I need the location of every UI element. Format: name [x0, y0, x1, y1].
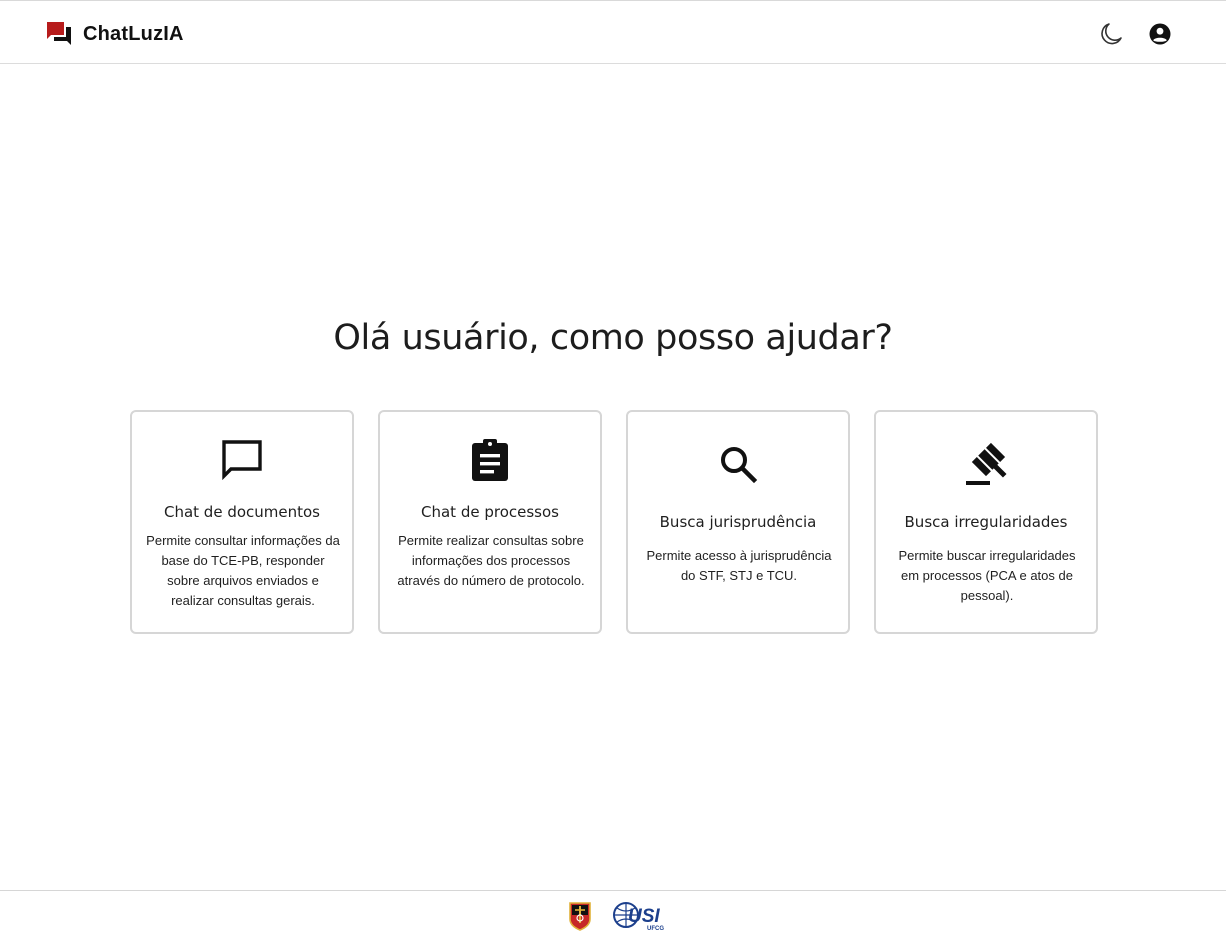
card-description: Permite consultar informações da base do… [146, 533, 340, 608]
card-title: Busca irregularidades [904, 513, 1068, 531]
usi-logo-text: USI [628, 906, 660, 927]
theme-toggle-button[interactable] [1098, 21, 1124, 47]
chat-bubbles-icon [47, 22, 71, 45]
card-description: Permite acesso à jurisprudência do STF, … [646, 548, 832, 583]
moon-icon [1101, 23, 1122, 45]
ufcg-logo-text: UFCG [647, 926, 664, 932]
card-description: Permite buscar irregularidades em proces… [898, 548, 1076, 603]
card-icon-wrap [380, 438, 600, 482]
card-busca-jurisprudencia[interactable]: Busca jurisprudência Permite acesso à ju… [626, 410, 850, 634]
card-description: Permite realizar consultas sobre informa… [397, 533, 585, 588]
top-navbar: ChatLuzIA [0, 0, 1226, 64]
footer: USI UFCG [0, 890, 1226, 934]
account-circle-icon [1149, 23, 1171, 45]
profile-button[interactable] [1147, 21, 1173, 47]
usi-ufcg-logo: USI UFCG [613, 902, 664, 932]
tce-pb-crest-logo [569, 902, 591, 931]
brand-link[interactable]: ChatLuzIA [46, 21, 184, 47]
greeting-heading: Olá usuário, como posso ajudar? [333, 318, 893, 358]
card-title: Chat de processos [421, 503, 559, 521]
card-busca-irregularidades[interactable]: Busca irregularidades Permite buscar irr… [874, 410, 1098, 634]
card-icon-wrap [628, 444, 848, 484]
gavel-icon [966, 442, 1007, 485]
card-title: Busca jurisprudência [659, 513, 817, 531]
chat-bubble-outline-icon [222, 440, 262, 481]
card-chat-documentos[interactable]: Chat de documentos Permite consultar inf… [130, 410, 354, 634]
card-chat-processos[interactable]: Chat de processos Permite realizar consu… [378, 410, 602, 634]
search-icon [721, 447, 758, 484]
card-icon-wrap [132, 438, 352, 482]
card-icon-wrap [876, 442, 1096, 488]
app-name: ChatLuzIA [83, 22, 184, 45]
card-title: Chat de documentos [163, 503, 320, 521]
clipboard-icon [472, 439, 508, 481]
